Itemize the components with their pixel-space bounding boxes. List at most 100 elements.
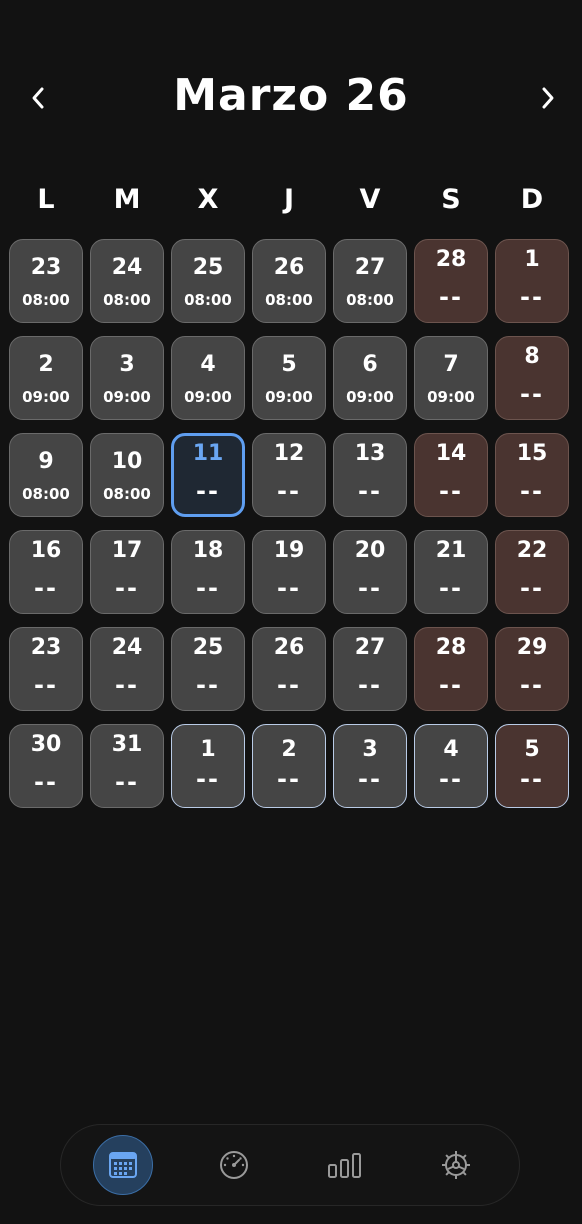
calendar-day-cell[interactable]: 28 --	[414, 239, 488, 323]
day-number: 2	[281, 737, 297, 762]
weekday-label: D	[520, 184, 544, 215]
check-in-time: --	[196, 477, 220, 505]
calendar-day-cell[interactable]: 23 --	[9, 627, 83, 711]
check-in-time: 09:00	[346, 388, 394, 406]
day-number: 2	[38, 352, 54, 377]
tab-calendar[interactable]	[93, 1135, 153, 1195]
calendar-day-cell[interactable]: 28 --	[414, 627, 488, 711]
day-number: 25	[192, 635, 224, 660]
tab-dashboard[interactable]	[204, 1135, 264, 1195]
day-number: 8	[524, 344, 540, 369]
check-in-time: 09:00	[427, 388, 475, 406]
calendar-day-cell[interactable]: 26 --	[252, 627, 326, 711]
day-number: 11	[192, 441, 224, 466]
calendar-day-cell[interactable]: 1 --	[171, 724, 245, 808]
check-in-time: 09:00	[265, 388, 313, 406]
calendar-day-cell[interactable]: 21 --	[414, 530, 488, 614]
calendar-day-cell[interactable]: 4 --	[414, 724, 488, 808]
tab-settings[interactable]	[426, 1135, 486, 1195]
day-number: 1	[200, 737, 216, 762]
check-in-time: 08:00	[22, 291, 70, 309]
calendar-day-cell[interactable]: 14 --	[414, 433, 488, 517]
day-number: 20	[354, 538, 386, 563]
check-in-time: 08:00	[103, 291, 151, 309]
day-number: 28	[435, 247, 467, 272]
check-in-time: --	[277, 671, 301, 699]
calendar-day-cell[interactable]: 27 --	[333, 627, 407, 711]
calendar-day-cell[interactable]: 5 09:00	[252, 336, 326, 420]
day-number: 27	[354, 635, 386, 660]
calendar-day-cell[interactable]: 26 08:00	[252, 239, 326, 323]
calendar-day-cell[interactable]: 29 --	[495, 627, 569, 711]
day-number: 4	[200, 352, 216, 377]
day-number: 10	[111, 449, 143, 474]
tab-statistics[interactable]	[315, 1135, 375, 1195]
day-number: 27	[354, 255, 386, 280]
calendar-day-cell[interactable]: 3 --	[333, 724, 407, 808]
day-number: 12	[273, 441, 305, 466]
calendar-day-cell[interactable]: 25 --	[171, 627, 245, 711]
next-month-button[interactable]	[530, 80, 566, 116]
calendar-day-cell[interactable]: 6 09:00	[333, 336, 407, 420]
calendar-day-cell[interactable]: 20 --	[333, 530, 407, 614]
calendar-day-cell[interactable]: 19 --	[252, 530, 326, 614]
calendar-day-cell[interactable]: 24 08:00	[90, 239, 164, 323]
check-in-time: 09:00	[184, 388, 232, 406]
calendar-day-cell[interactable]: 24 --	[90, 627, 164, 711]
calendar-day-cell[interactable]: 4 09:00	[171, 336, 245, 420]
check-in-time: --	[358, 477, 382, 505]
check-in-time: --	[520, 477, 544, 505]
day-number: 9	[38, 449, 54, 474]
calendar-day-cell[interactable]: 9 08:00	[9, 433, 83, 517]
check-in-time: 08:00	[103, 485, 151, 503]
calendar-day-cell[interactable]: 18 --	[171, 530, 245, 614]
calendar-day-cell[interactable]: 30 --	[9, 724, 83, 808]
calendar-day-cell[interactable]: 5 --	[495, 724, 569, 808]
day-number: 24	[111, 255, 143, 280]
calendar-day-cell[interactable]: 3 09:00	[90, 336, 164, 420]
check-in-time: --	[520, 574, 544, 602]
check-in-time: --	[115, 574, 139, 602]
calendar-day-cell[interactable]: 23 08:00	[9, 239, 83, 323]
check-in-time: --	[34, 768, 58, 796]
calendar-day-cell[interactable]: 7 09:00	[414, 336, 488, 420]
check-in-time: --	[439, 574, 463, 602]
calendar-day-cell[interactable]: 16 --	[9, 530, 83, 614]
calendar-day-cell[interactable]: 10 08:00	[90, 433, 164, 517]
day-number: 23	[30, 255, 62, 280]
day-number: 26	[273, 255, 305, 280]
weekday-label: J	[283, 184, 295, 215]
day-number: 25	[192, 255, 224, 280]
calendar-day-cell[interactable]: 17 --	[90, 530, 164, 614]
day-number: 13	[354, 441, 386, 466]
weekday-label: X	[197, 184, 219, 215]
day-number: 29	[516, 635, 548, 660]
calendar-day-cell[interactable]: 31 --	[90, 724, 164, 808]
bar-chart-icon	[328, 1153, 361, 1178]
calendar-header: Marzo 26	[0, 62, 582, 134]
calendar-day-cell[interactable]: 27 08:00	[333, 239, 407, 323]
bottom-tab-bar	[60, 1124, 520, 1206]
calendar-day-cell[interactable]: 8 --	[495, 336, 569, 420]
calendar-day-cell[interactable]: 1 --	[495, 239, 569, 323]
calendar-day-cell[interactable]: 25 08:00	[171, 239, 245, 323]
calendar-day-cell[interactable]: 13 --	[333, 433, 407, 517]
calendar-day-cell[interactable]: 2 09:00	[9, 336, 83, 420]
calendar-day-cell[interactable]: 22 --	[495, 530, 569, 614]
calendar-day-cell[interactable]: 15 --	[495, 433, 569, 517]
calendar-day-today[interactable]: 11 --	[171, 433, 245, 517]
day-number: 6	[362, 352, 378, 377]
check-in-time: 08:00	[346, 291, 394, 309]
day-number: 16	[30, 538, 62, 563]
month-title: Marzo 26	[173, 70, 409, 121]
check-in-time: --	[196, 765, 220, 793]
check-in-time: --	[277, 765, 301, 793]
check-in-time: --	[34, 671, 58, 699]
day-number: 23	[30, 635, 62, 660]
calendar-day-cell[interactable]: 12 --	[252, 433, 326, 517]
check-in-time: --	[34, 574, 58, 602]
calendar-day-cell[interactable]: 2 --	[252, 724, 326, 808]
weekday-header-row: L M X J V S D	[7, 178, 575, 222]
day-number: 22	[516, 538, 548, 563]
day-number: 18	[192, 538, 224, 563]
